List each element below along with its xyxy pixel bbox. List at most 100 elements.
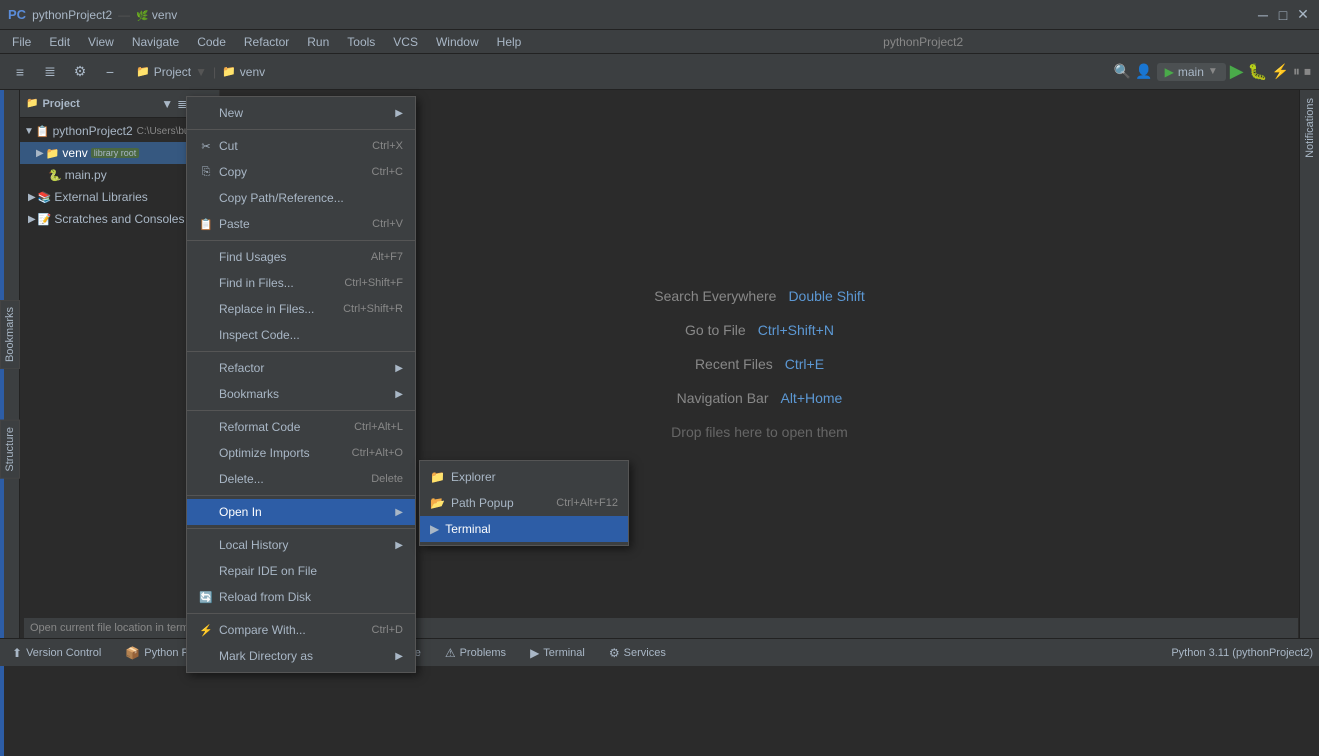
ctx-replace-files[interactable]: Replace in Files... Ctrl+Shift+R [187,296,415,322]
ctx-find-files-shortcut: Ctrl+Shift+F [344,277,403,289]
notifications-tab[interactable]: Notifications [1304,90,1316,166]
minimize-panel-btn[interactable]: − [98,60,122,84]
ctx-copy-path[interactable]: Copy Path/Reference... [187,185,415,211]
menu-navigate[interactable]: Navigate [124,33,187,51]
menu-edit[interactable]: Edit [41,33,78,51]
tab-problems[interactable]: ⚠ Problems [439,644,512,662]
settings-btn[interactable]: ⚙ [68,60,92,84]
maximize-button[interactable]: □ [1275,7,1291,23]
pause-button[interactable]: ⏸ [1293,63,1300,80]
venv-folder-icon: 📁 [46,147,60,160]
menu-view[interactable]: View [80,33,122,51]
ctx-find-usages-shortcut: Alt+F7 [371,251,403,263]
ctx-sep-6 [187,528,415,529]
structure-sidebar-tab[interactable]: Structure [0,420,20,479]
breadcrumb-venv-icon: 📁 [222,65,236,78]
ctx-cut[interactable]: ✂ Cut Ctrl+X [187,133,415,159]
tab-terminal[interactable]: ▶ Terminal [524,644,591,662]
menu-help[interactable]: Help [489,33,530,51]
compare-icon: ⚡ [199,624,213,637]
main-py-label: main.py [65,168,107,182]
scratches-icon: 📝 [38,213,52,226]
collapse-all-btn[interactable]: ≣ [38,60,62,84]
ctx-compare-shortcut: Ctrl+D [372,624,403,636]
close-button[interactable]: ✕ [1295,7,1311,23]
run-button[interactable]: ▶ [1230,61,1244,82]
menu-tools[interactable]: Tools [339,33,383,51]
ctx-local-history[interactable]: Local History ▶ [187,532,415,558]
ctx-paste-shortcut: Ctrl+V [372,218,403,230]
ctx-optimize-imports[interactable]: Optimize Imports Ctrl+Alt+O [187,440,415,466]
ctx-find-files[interactable]: Find in Files... Ctrl+Shift+F [187,270,415,296]
ctx-local-history-label: Local History [219,538,288,552]
tree-arrow-project: ▼ [24,126,34,137]
ctx-new[interactable]: New ▶ [187,100,415,126]
branch-indicator: 🌿 venv [136,8,177,22]
app-icon: PC [8,7,26,22]
menu-file[interactable]: File [4,33,39,51]
ctx-sep-2 [187,240,415,241]
ctx-delete[interactable]: Delete... Delete [187,466,415,492]
panel-dropdown-btn[interactable]: ▼ [161,97,173,111]
hint-navbar: Navigation Bar Alt+Home [677,390,843,406]
menu-refactor[interactable]: Refactor [236,33,297,51]
ctx-repair-ide[interactable]: Repair IDE on File [187,558,415,584]
path-popup-icon: 📂 [430,496,445,510]
ctx-copy-path-label: Copy Path/Reference... [219,191,344,205]
menu-code[interactable]: Code [189,33,234,51]
breadcrumb-project[interactable]: Project [154,65,191,79]
search-everywhere-btn[interactable]: 🔍 [1114,63,1131,80]
profile-button[interactable]: ⚡ [1272,63,1289,80]
project-header-icon: 📁 [26,98,38,109]
terminal-label: Terminal [445,522,490,536]
hint-search-key: Double Shift [788,288,864,304]
submenu-path-popup[interactable]: 📂 Path Popup Ctrl+Alt+F12 [420,490,628,516]
stop-button[interactable]: ⏹ [1304,63,1311,80]
python-file-icon: 🐍 [48,169,62,182]
minimize-button[interactable]: ─ [1255,7,1271,23]
context-menu: New ▶ ✂ Cut Ctrl+X ⎘ Copy Ctrl+C Copy Pa… [186,96,416,673]
ctx-find-usages[interactable]: Find Usages Alt+F7 [187,244,415,270]
ctx-refactor[interactable]: Refactor ▶ [187,355,415,381]
submenu-explorer[interactable]: 📁 Explorer [420,464,628,490]
project-name: pythonProject2 [32,8,112,22]
version-control-icon: ⬆ [12,646,22,660]
ctx-mark-dir[interactable]: Mark Directory as ▶ [187,643,415,669]
ctx-cut-shortcut: Ctrl+X [372,140,403,152]
window-title: pythonProject2 [531,35,1315,49]
menu-run[interactable]: Run [299,33,337,51]
ctx-inspect-code[interactable]: Inspect Code... [187,322,415,348]
breadcrumb-venv[interactable]: venv [240,65,265,79]
hint-goto: Go to File Ctrl+Shift+N [685,322,834,338]
submenu-terminal[interactable]: ▶ Terminal [420,516,628,542]
ctx-open-in[interactable]: Open In ▶ [187,499,415,525]
ctx-compare-with[interactable]: ⚡ Compare With... Ctrl+D [187,617,415,643]
ctx-new-arrow: ▶ [395,108,403,119]
menu-window[interactable]: Window [428,33,487,51]
terminal-bottom-icon: ▶ [530,646,539,660]
bookmarks-sidebar-tab[interactable]: Bookmarks [0,300,20,369]
right-sidebar: Notifications [1299,90,1319,638]
python-packages-icon: 📦 [125,646,140,660]
run-config-selector[interactable]: ▶ main ▼ [1157,63,1226,81]
drop-hint: Drop files here to open them [671,424,848,440]
avatar[interactable]: 👤 [1135,63,1152,80]
menu-vcs[interactable]: VCS [385,33,426,51]
ctx-optimize-label: Optimize Imports [219,446,310,460]
ctx-bookmarks[interactable]: Bookmarks ▶ [187,381,415,407]
submenu-open-in: 📁 Explorer 📂 Path Popup Ctrl+Alt+F12 ▶ T… [419,460,629,546]
terminal-icon: ▶ [430,522,439,536]
ctx-copy-shortcut: Ctrl+C [372,166,403,178]
ctx-sep-4 [187,410,415,411]
ctx-copy[interactable]: ⎘ Copy Ctrl+C [187,159,415,185]
expand-all-btn[interactable]: ≡ [8,60,32,84]
title-bar-right: ─ □ ✕ [1255,7,1311,23]
python-version: Python 3.11 (pythonProject2) [1171,647,1313,659]
tab-version-control[interactable]: ⬆ Version Control [6,644,107,662]
project-icon: 📋 [36,125,50,138]
debug-button[interactable]: 🐛 [1248,62,1268,82]
ctx-paste[interactable]: 📋 Paste Ctrl+V [187,211,415,237]
ctx-reload-disk[interactable]: 🔄 Reload from Disk [187,584,415,610]
ctx-reformat[interactable]: Reformat Code Ctrl+Alt+L [187,414,415,440]
tab-services[interactable]: ⚙ Services [603,644,672,662]
